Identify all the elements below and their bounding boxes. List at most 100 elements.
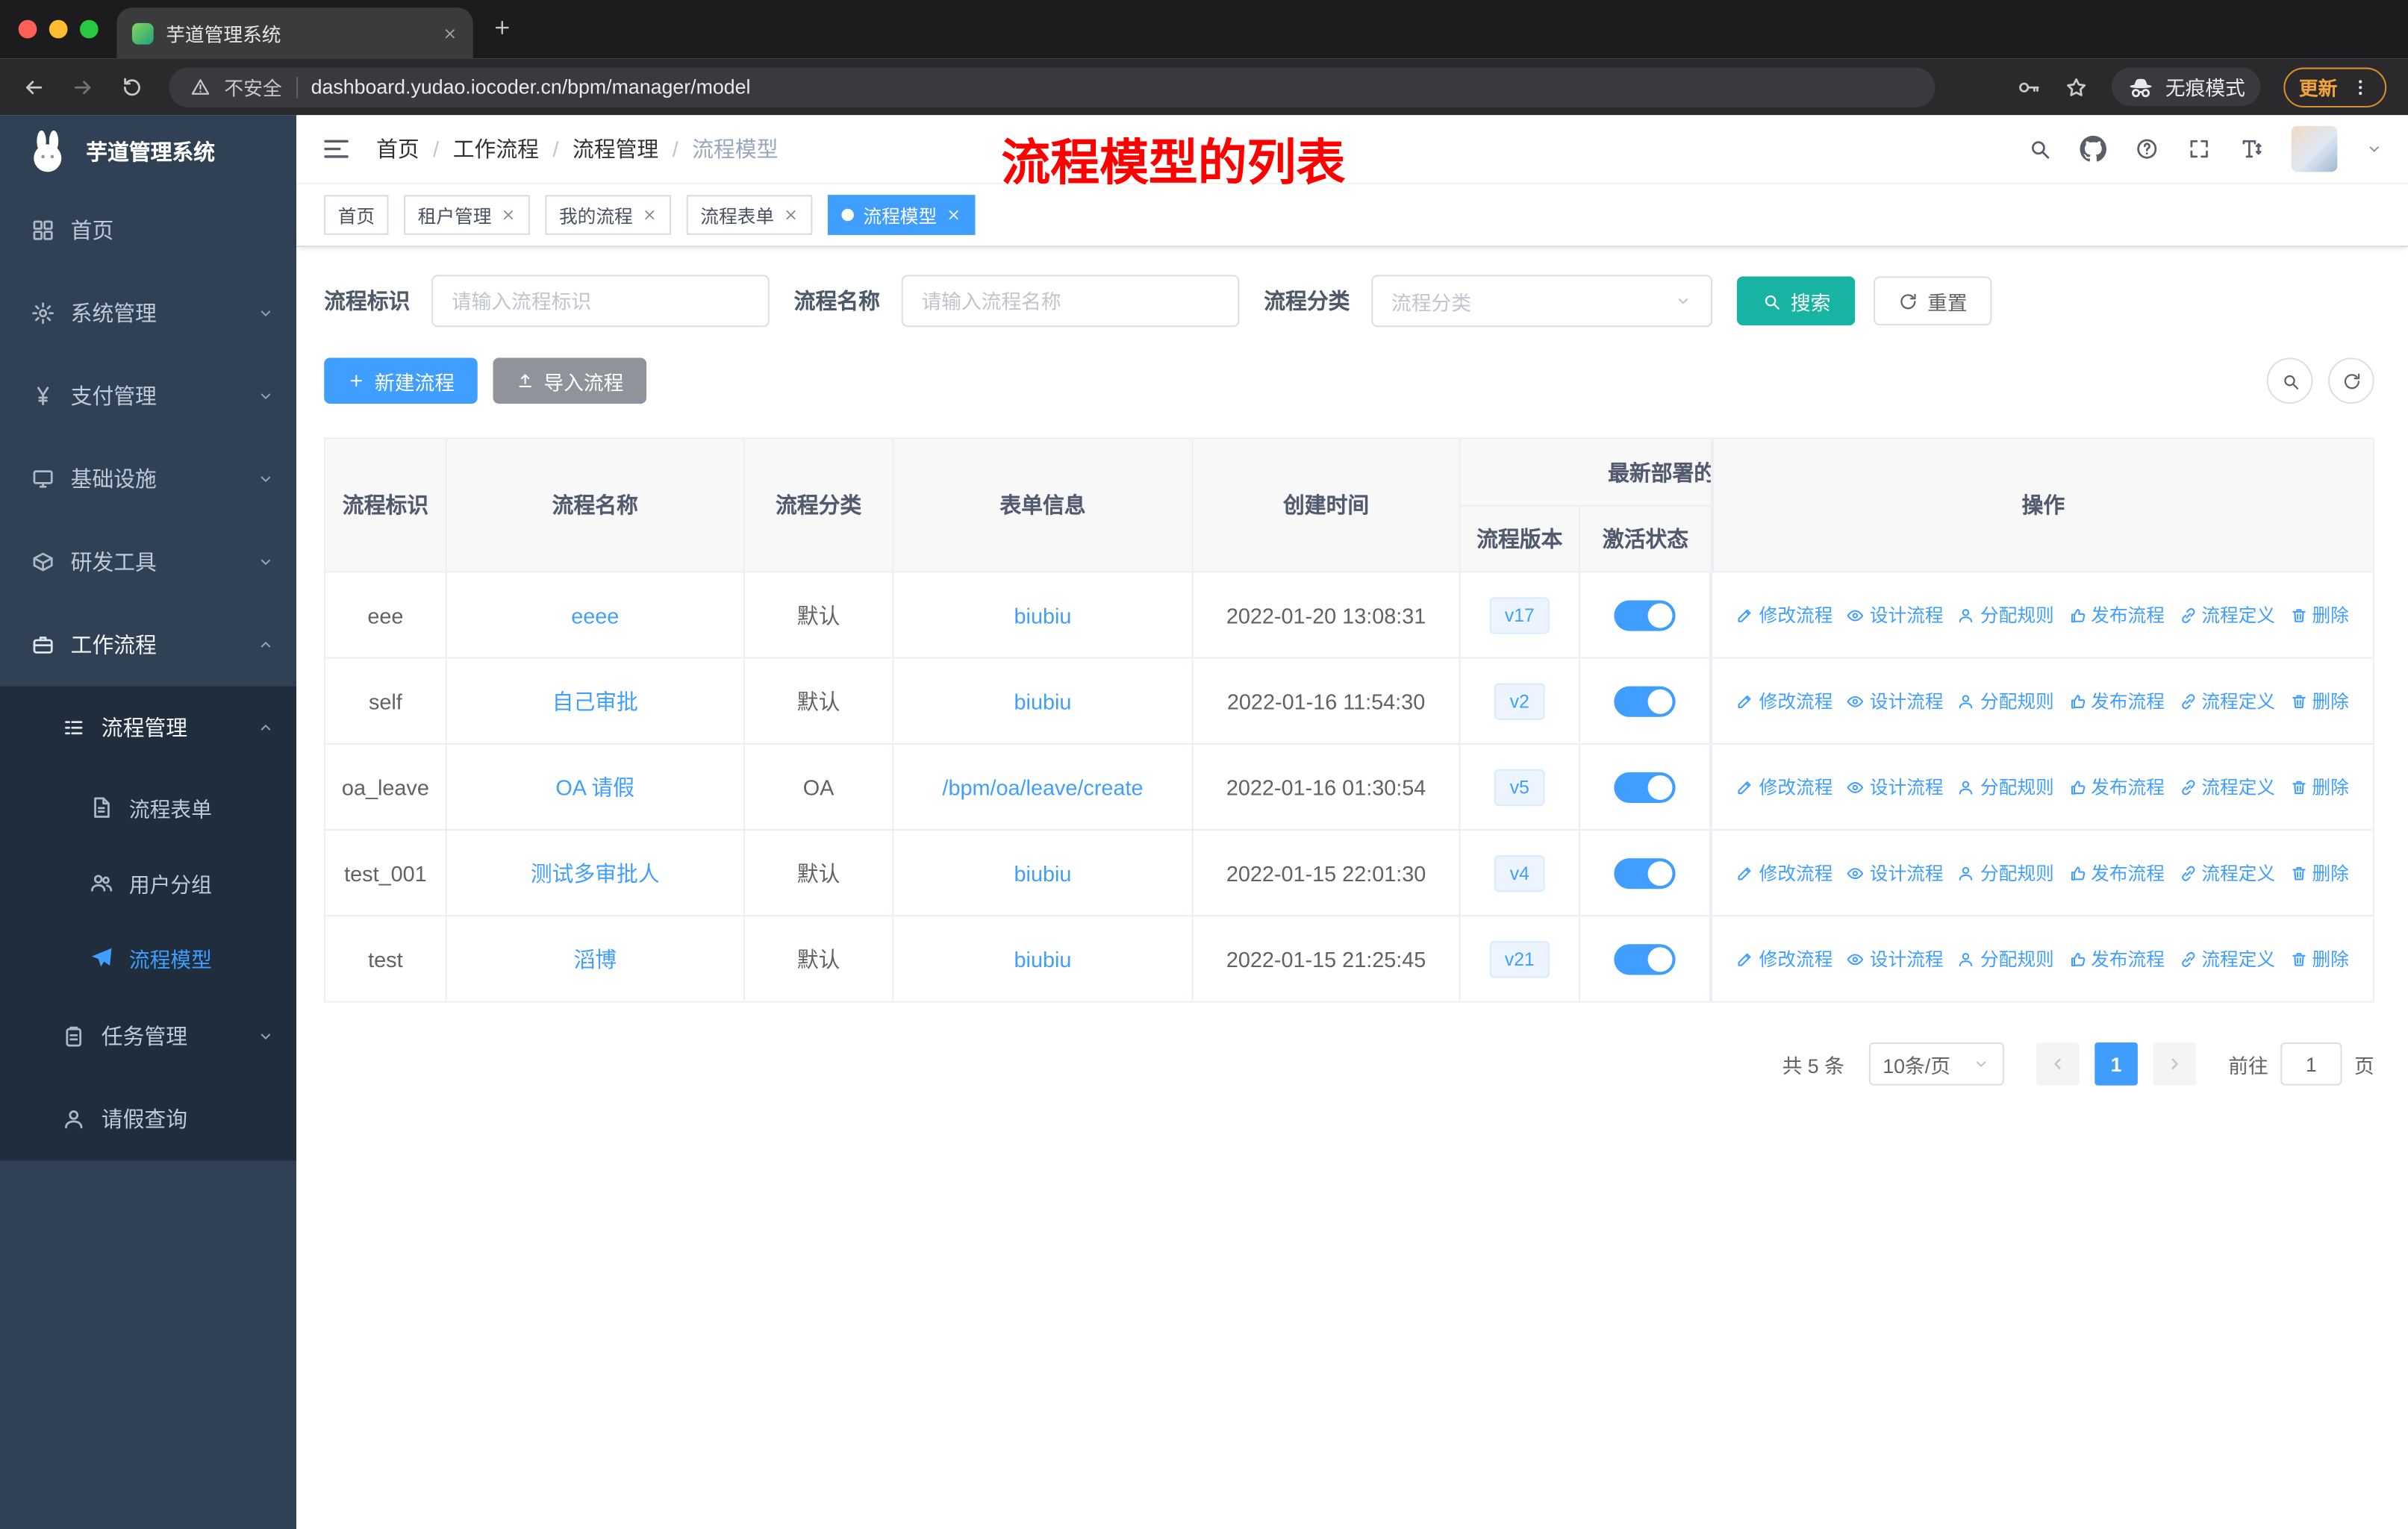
edit-process-link[interactable]: 修改流程 [1736,774,1832,800]
font-size-icon[interactable] [2239,137,2264,161]
browser-menu-icon[interactable] [2350,76,2371,98]
active-toggle[interactable] [1614,943,1676,975]
design-process-link[interactable]: 设计流程 [1847,602,1944,628]
tag-my-process[interactable]: 我的流程 [545,195,672,235]
edit-process-link[interactable]: 修改流程 [1736,602,1832,628]
password-key-icon[interactable] [2016,75,2041,99]
active-toggle[interactable] [1614,771,1676,802]
reload-button[interactable] [119,75,144,99]
sidebar-item-leave-query[interactable]: 请假查询 [0,1078,296,1160]
search-icon[interactable] [2027,137,2052,161]
address-bar[interactable]: 不安全 dashboard.yudao.iocoder.cn/bpm/manag… [169,66,1936,107]
forward-button[interactable] [71,75,96,99]
assign-rule-link[interactable]: 分配规则 [1957,945,2054,972]
goto-page-input[interactable] [2280,1042,2342,1086]
process-name-link[interactable]: OA 请假 [555,772,634,802]
help-icon[interactable] [2135,137,2159,161]
update-button[interactable]: 更新 [2283,66,2387,107]
process-name-input[interactable] [901,275,1240,328]
next-page-button[interactable] [2153,1042,2197,1086]
process-definition-link[interactable]: 流程定义 [2178,602,2275,628]
sidebar-item-payment[interactable]: 支付管理 [0,354,296,437]
form-info-link[interactable]: biubiu [1014,603,1072,628]
tag-close-icon[interactable] [501,207,517,223]
sidebar-item-process-form[interactable]: 流程表单 [0,769,296,845]
sidebar-item-workflow[interactable]: 工作流程 [0,604,296,687]
window-minimize-button[interactable] [49,19,68,39]
tag-close-icon[interactable] [783,207,799,223]
sidebar-item-system[interactable]: 系统管理 [0,272,296,354]
import-process-button[interactable]: 导入流程 [493,357,647,404]
process-name-link[interactable]: eeee [571,603,619,628]
reset-button[interactable]: 重置 [1874,276,1992,326]
tag-process-form[interactable]: 流程表单 [686,195,813,235]
publish-process-link[interactable]: 发布流程 [2068,688,2165,714]
breadcrumb-item-process-management[interactable]: 流程管理 [573,134,658,164]
publish-process-link[interactable]: 发布流程 [2068,945,2165,972]
sidebar-item-home[interactable]: 首页 [0,189,296,272]
design-process-link[interactable]: 设计流程 [1847,688,1944,714]
publish-process-link[interactable]: 发布流程 [2068,774,2165,800]
edit-process-link[interactable]: 修改流程 [1736,688,1832,714]
refresh-table-button[interactable] [2328,357,2374,404]
process-category-select[interactable]: 流程分类 [1371,275,1713,328]
form-info-link[interactable]: biubiu [1014,860,1072,885]
form-info-link[interactable]: biubiu [1014,689,1072,713]
sidebar-item-user-group[interactable]: 用户分组 [0,845,296,920]
active-toggle[interactable] [1614,599,1676,631]
window-zoom-button[interactable] [79,19,99,39]
process-name-link[interactable]: 滔博 [573,943,617,974]
delete-link[interactable]: 删除 [2289,860,2349,886]
form-info-link[interactable]: /bpm/oa/leave/create [942,775,1143,799]
assign-rule-link[interactable]: 分配规则 [1957,860,2054,886]
process-definition-link[interactable]: 流程定义 [2178,688,2275,714]
breadcrumb-item-home[interactable]: 首页 [376,134,419,164]
edit-process-link[interactable]: 修改流程 [1736,945,1832,972]
search-button[interactable]: 搜索 [1736,276,1856,326]
toggle-search-button[interactable] [2266,357,2313,404]
tab-close-button[interactable] [443,25,458,41]
sidebar-item-process-management[interactable]: 流程管理 [0,687,296,769]
prev-page-button[interactable] [2036,1042,2080,1086]
tag-process-model[interactable]: 流程模型 [828,195,976,235]
tag-close-icon[interactable] [642,207,658,223]
tag-home[interactable]: 首页 [324,195,389,235]
process-name-link[interactable]: 测试多审批人 [531,857,660,888]
process-name-link[interactable]: 自己审批 [552,686,638,716]
delete-link[interactable]: 删除 [2289,774,2349,800]
breadcrumb-item-workflow[interactable]: 工作流程 [453,134,539,164]
user-avatar[interactable] [2291,125,2338,172]
process-definition-link[interactable]: 流程定义 [2178,945,2275,972]
tag-close-icon[interactable] [946,207,962,223]
page-1-button[interactable]: 1 [2094,1042,2138,1086]
form-info-link[interactable]: biubiu [1014,946,1072,971]
sidebar-item-process-model[interactable]: 流程模型 [0,919,296,995]
github-icon[interactable] [2080,135,2107,163]
sidebar-item-task-management[interactable]: 任务管理 [0,995,296,1078]
back-button[interactable] [22,75,46,99]
process-definition-link[interactable]: 流程定义 [2178,774,2275,800]
active-toggle[interactable] [1614,857,1676,889]
process-definition-link[interactable]: 流程定义 [2178,860,2275,886]
active-toggle[interactable] [1614,685,1676,716]
delete-link[interactable]: 删除 [2289,945,2349,972]
publish-process-link[interactable]: 发布流程 [2068,602,2165,628]
design-process-link[interactable]: 设计流程 [1847,945,1944,972]
edit-process-link[interactable]: 修改流程 [1736,860,1832,886]
bookmark-star-icon[interactable] [2064,75,2089,99]
delete-link[interactable]: 删除 [2289,602,2349,628]
sidebar-item-devtools[interactable]: 研发工具 [0,520,296,603]
browser-tab[interactable]: 芋道管理系统 [116,7,473,59]
delete-link[interactable]: 删除 [2289,688,2349,714]
tag-tenant[interactable]: 租户管理 [404,195,530,235]
sidebar-toggle-button[interactable] [321,134,352,164]
sidebar-item-infrastructure[interactable]: 基础设施 [0,437,296,520]
create-process-button[interactable]: 新建流程 [324,357,478,404]
publish-process-link[interactable]: 发布流程 [2068,860,2165,886]
design-process-link[interactable]: 设计流程 [1847,774,1944,800]
assign-rule-link[interactable]: 分配规则 [1957,602,2054,628]
assign-rule-link[interactable]: 分配规则 [1957,688,2054,714]
assign-rule-link[interactable]: 分配规则 [1957,774,2054,800]
process-id-input[interactable] [431,275,770,328]
page-size-select[interactable]: 10条/页 [1868,1042,2004,1086]
